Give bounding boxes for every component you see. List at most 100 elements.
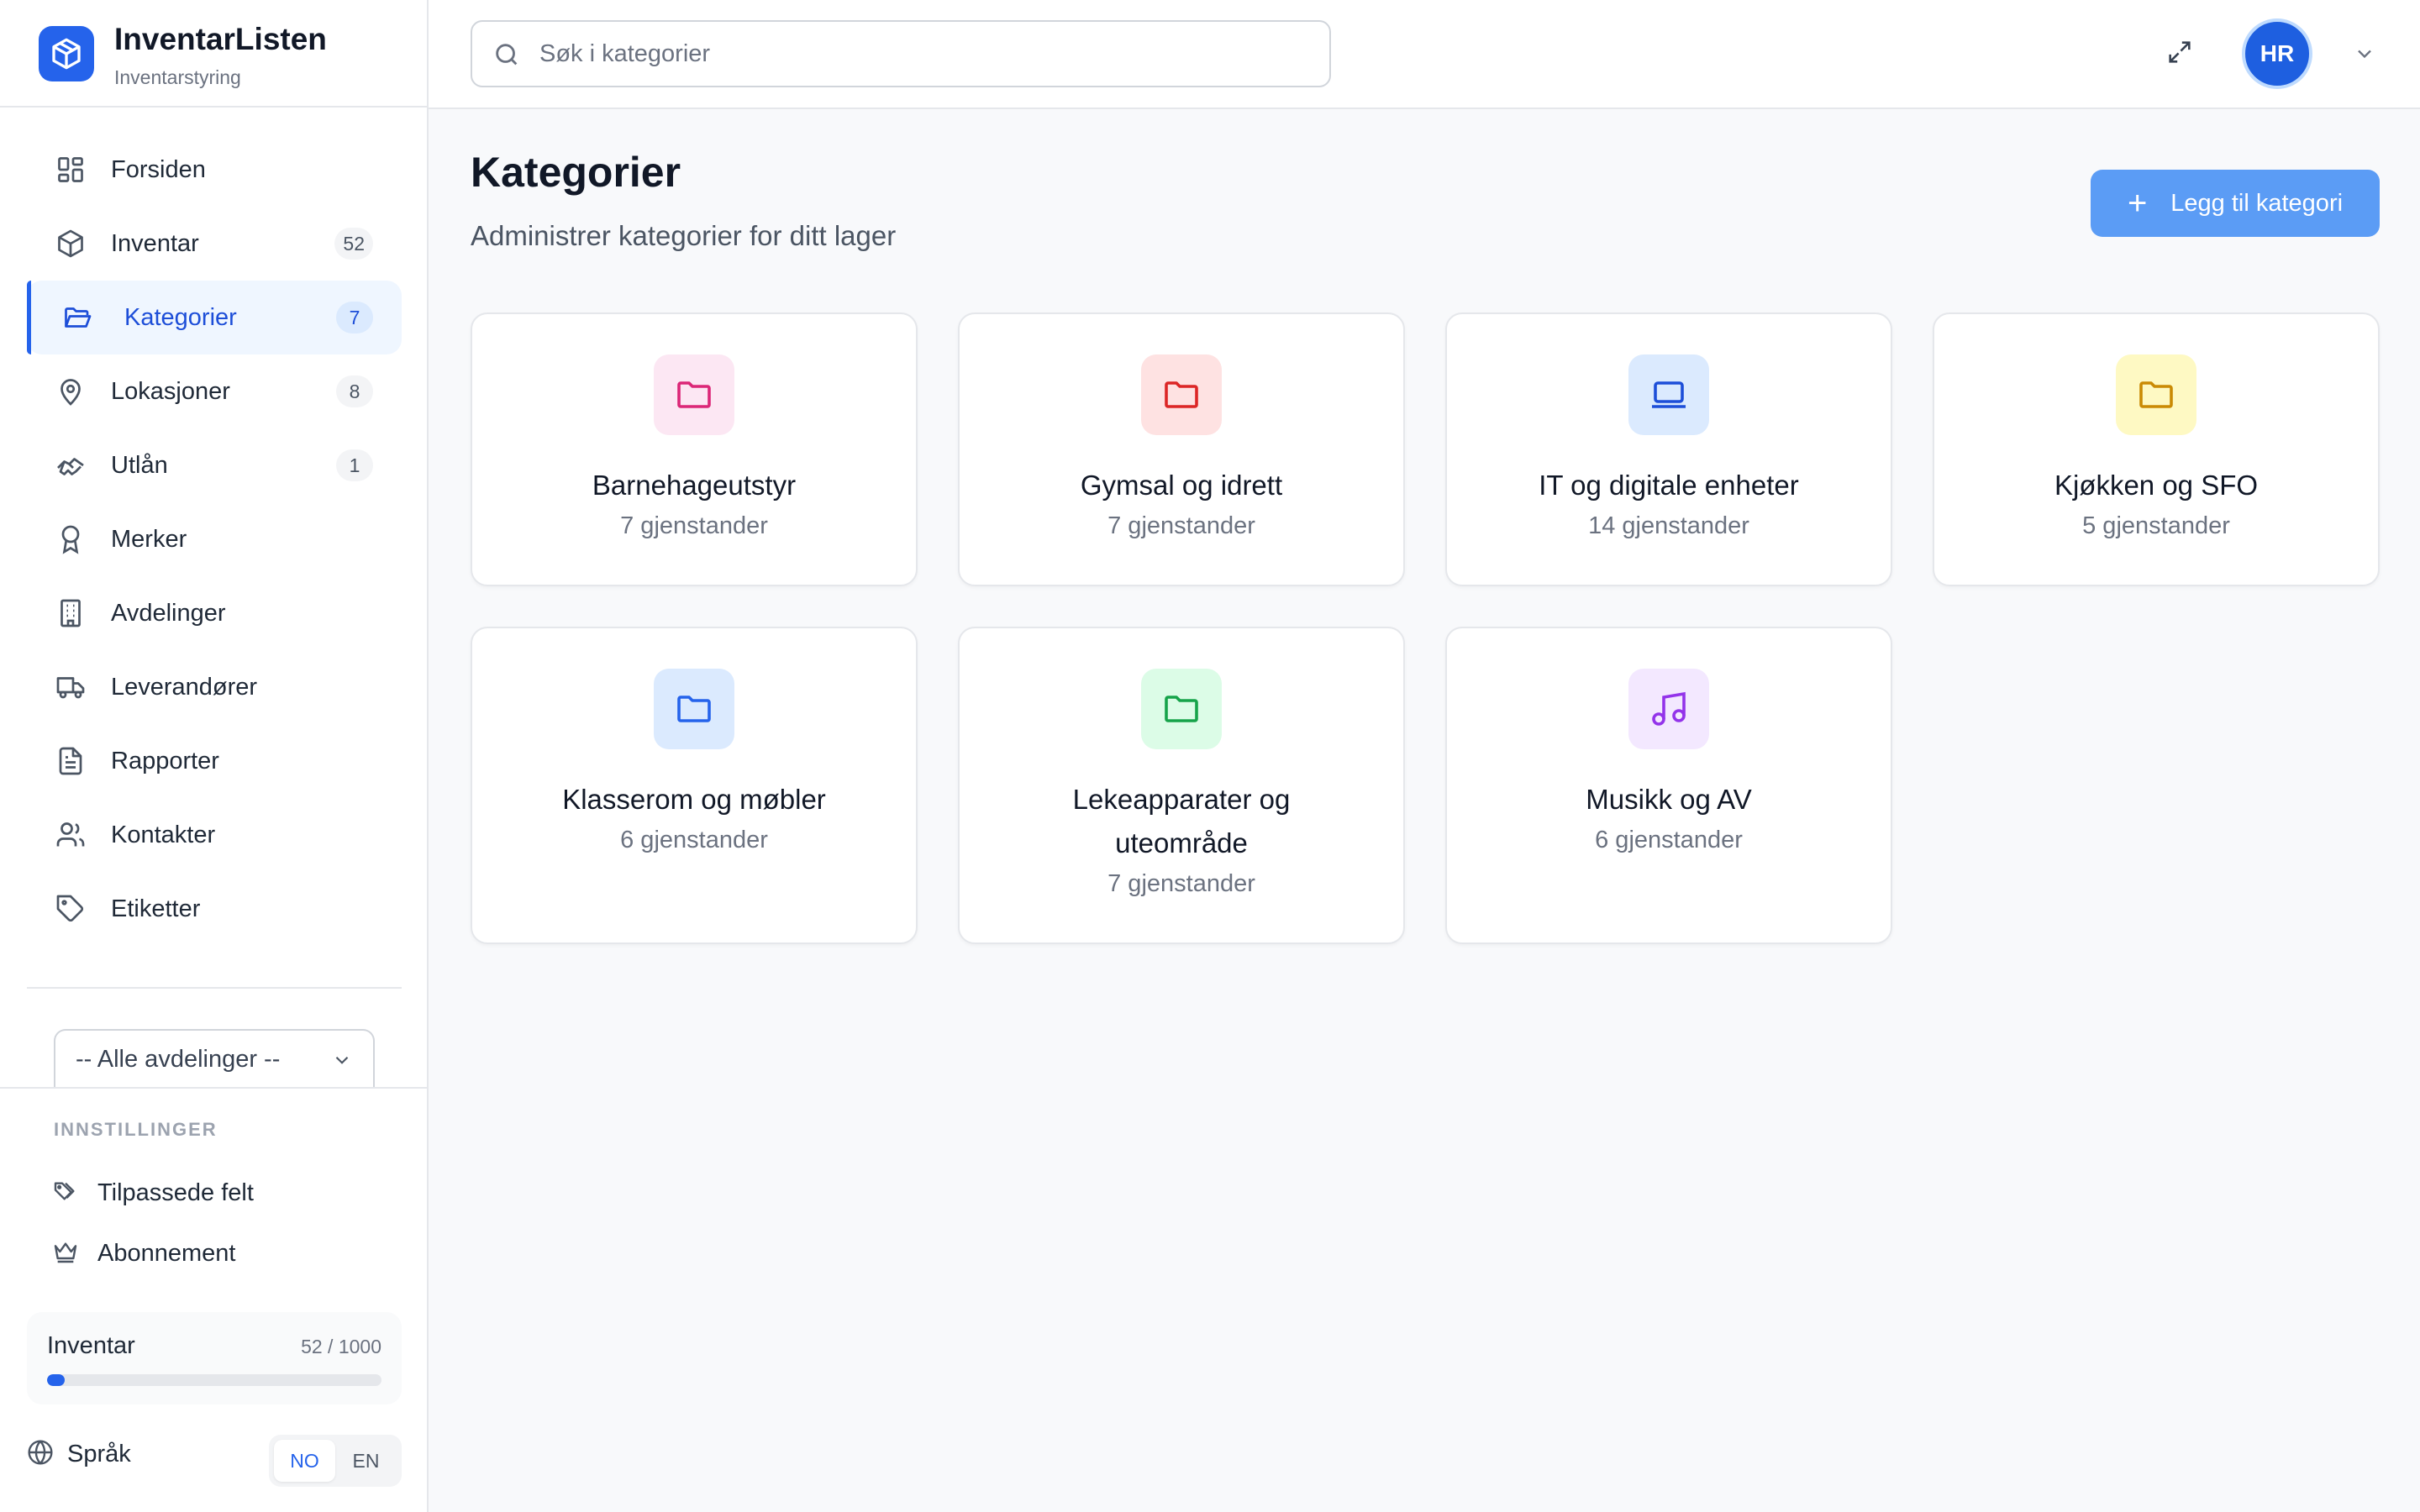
users-icon [54,818,87,852]
nav-item-inventar[interactable]: Inventar 52 [27,207,402,281]
expand-icon [2165,38,2194,71]
category-count: 6 gjenstander [620,827,768,853]
sidebar-divider [27,987,402,989]
nav-item-kategorier[interactable]: Kategorier 7 [27,281,402,354]
nav-label: Kategorier [124,303,237,331]
sidebar: InventarListen Inventarstyring Forsiden … [0,0,429,1512]
usage-count: 52 / 1000 [301,1336,381,1357]
laptop-icon [1628,354,1709,435]
top-bar: HR [429,0,2420,109]
department-select-value: -- Alle avdelinger -- [76,1045,281,1073]
music-icon [1628,669,1709,749]
page-title: Kategorier [471,149,681,196]
nav-item-utlan[interactable]: Utlån 1 [27,428,402,502]
usage-progress-fill [47,1374,65,1386]
category-title: Lekeapparater og uteområde [1072,784,1291,858]
settings-item-label: Abonnement [97,1239,236,1267]
fullscreen-button[interactable] [2163,37,2196,71]
category-title: IT og digitale enheter [1539,470,1799,501]
nav-label: Kontakter [111,821,216,848]
nav-label: Avdelinger [111,599,226,627]
search-input[interactable] [539,30,1296,77]
category-title: Musikk og AV [1586,784,1752,815]
nav-item-etiketter[interactable]: Etiketter [27,872,402,946]
search-box [471,20,1331,87]
language-option-no[interactable]: NO [274,1440,335,1482]
folder-icon [1141,354,1222,435]
crown-icon [52,1238,79,1269]
nav-label: Inventar [111,229,199,257]
nav-item-avdelinger[interactable]: Avdelinger [27,576,402,650]
inventory-usage-card: Inventar 52 / 1000 [27,1312,402,1404]
language-option-en[interactable]: EN [335,1440,397,1482]
category-card[interactable]: Musikk og AV 6 gjenstander [1445,627,1892,944]
map-pin-icon [54,375,87,408]
nav-label: Merker [111,525,187,553]
usage-label: Inventar [47,1332,135,1359]
category-count: 7 gjenstander [1107,870,1255,897]
nav-item-lokasjoner[interactable]: Lokasjoner 8 [27,354,402,428]
category-card[interactable]: IT og digitale enheter 14 gjenstander [1445,312,1892,586]
category-title: Gymsal og idrett [1080,470,1283,501]
nav-item-forsiden[interactable]: Forsiden [27,133,402,207]
tag-icon [54,892,87,926]
plus-icon: + [2127,185,2148,222]
add-category-button[interactable]: + Legg til kategori [2091,170,2380,237]
nav-item-leverandorer[interactable]: Leverandører [27,650,402,724]
settings-item-label: Tilpassede felt [97,1179,254,1206]
category-count: 14 gjenstander [1588,512,1749,539]
grid-icon [54,153,87,186]
folder-icon [2116,354,2196,435]
nav-label: Utlån [111,451,168,479]
count-badge: 1 [336,449,373,481]
settings-item-custom-fields[interactable]: Tilpassede felt [52,1176,254,1210]
category-card[interactable]: Lekeapparater og uteområde 7 gjenstander [958,627,1405,944]
box-logo-icon [39,26,94,81]
award-icon [54,522,87,556]
search-icon [492,40,521,73]
nav-label: Lokasjoner [111,377,230,405]
nav-label: Etiketter [111,895,201,922]
category-count: 6 gjenstander [1595,827,1743,853]
usage-progress-bar [47,1374,381,1386]
nav-label: Forsiden [111,155,206,183]
nav-item-merker[interactable]: Merker [27,502,402,576]
box-icon [54,227,87,260]
handshake-icon [54,449,87,482]
language-label: Språk [67,1440,131,1467]
count-badge: 52 [334,228,373,260]
folder-icon [654,669,734,749]
file-text-icon [54,744,87,778]
folder-open-icon [60,301,94,334]
main-nav: Forsiden Inventar 52 Kategorier 7 Lokasj… [27,133,402,946]
department-select[interactable]: -- Alle avdelinger -- [54,1029,375,1088]
category-card[interactable]: Klasserom og møbler 6 gjenstander [471,627,918,944]
category-card[interactable]: Barnehageutstyr 7 gjenstander [471,312,918,586]
tags-icon [52,1178,79,1209]
count-badge: 8 [336,375,373,407]
building-icon [54,596,87,630]
settings-section: INNSTILLINGER Tilpassede felt Abonnement… [0,1087,427,1512]
folder-icon [654,354,734,435]
chevron-down-icon[interactable] [2353,42,2376,70]
language-toggle: NO EN [269,1435,402,1487]
folder-icon [1141,669,1222,749]
category-title: Klasserom og møbler [562,784,826,815]
nav-label: Leverandører [111,673,258,701]
settings-item-subscription[interactable]: Abonnement [52,1236,235,1270]
brand-header[interactable]: InventarListen Inventarstyring [0,0,427,108]
globe-icon [27,1439,54,1470]
category-title: Barnehageutstyr [592,470,797,501]
category-count: 7 gjenstander [620,512,768,539]
nav-item-kontakter[interactable]: Kontakter [27,798,402,872]
category-card[interactable]: Kjøkken og SFO 5 gjenstander [1933,312,2380,586]
nav-item-rapporter[interactable]: Rapporter [27,724,402,798]
category-card[interactable]: Gymsal og idrett 7 gjenstander [958,312,1405,586]
category-count: 5 gjenstander [2082,512,2230,539]
user-avatar[interactable]: HR [2242,18,2312,89]
truck-icon [54,670,87,704]
app-subtitle: Inventarstyring [114,66,241,88]
count-badge: 7 [336,302,373,333]
settings-title: INNSTILLINGER [54,1119,218,1140]
category-title: Kjøkken og SFO [2054,470,2259,501]
